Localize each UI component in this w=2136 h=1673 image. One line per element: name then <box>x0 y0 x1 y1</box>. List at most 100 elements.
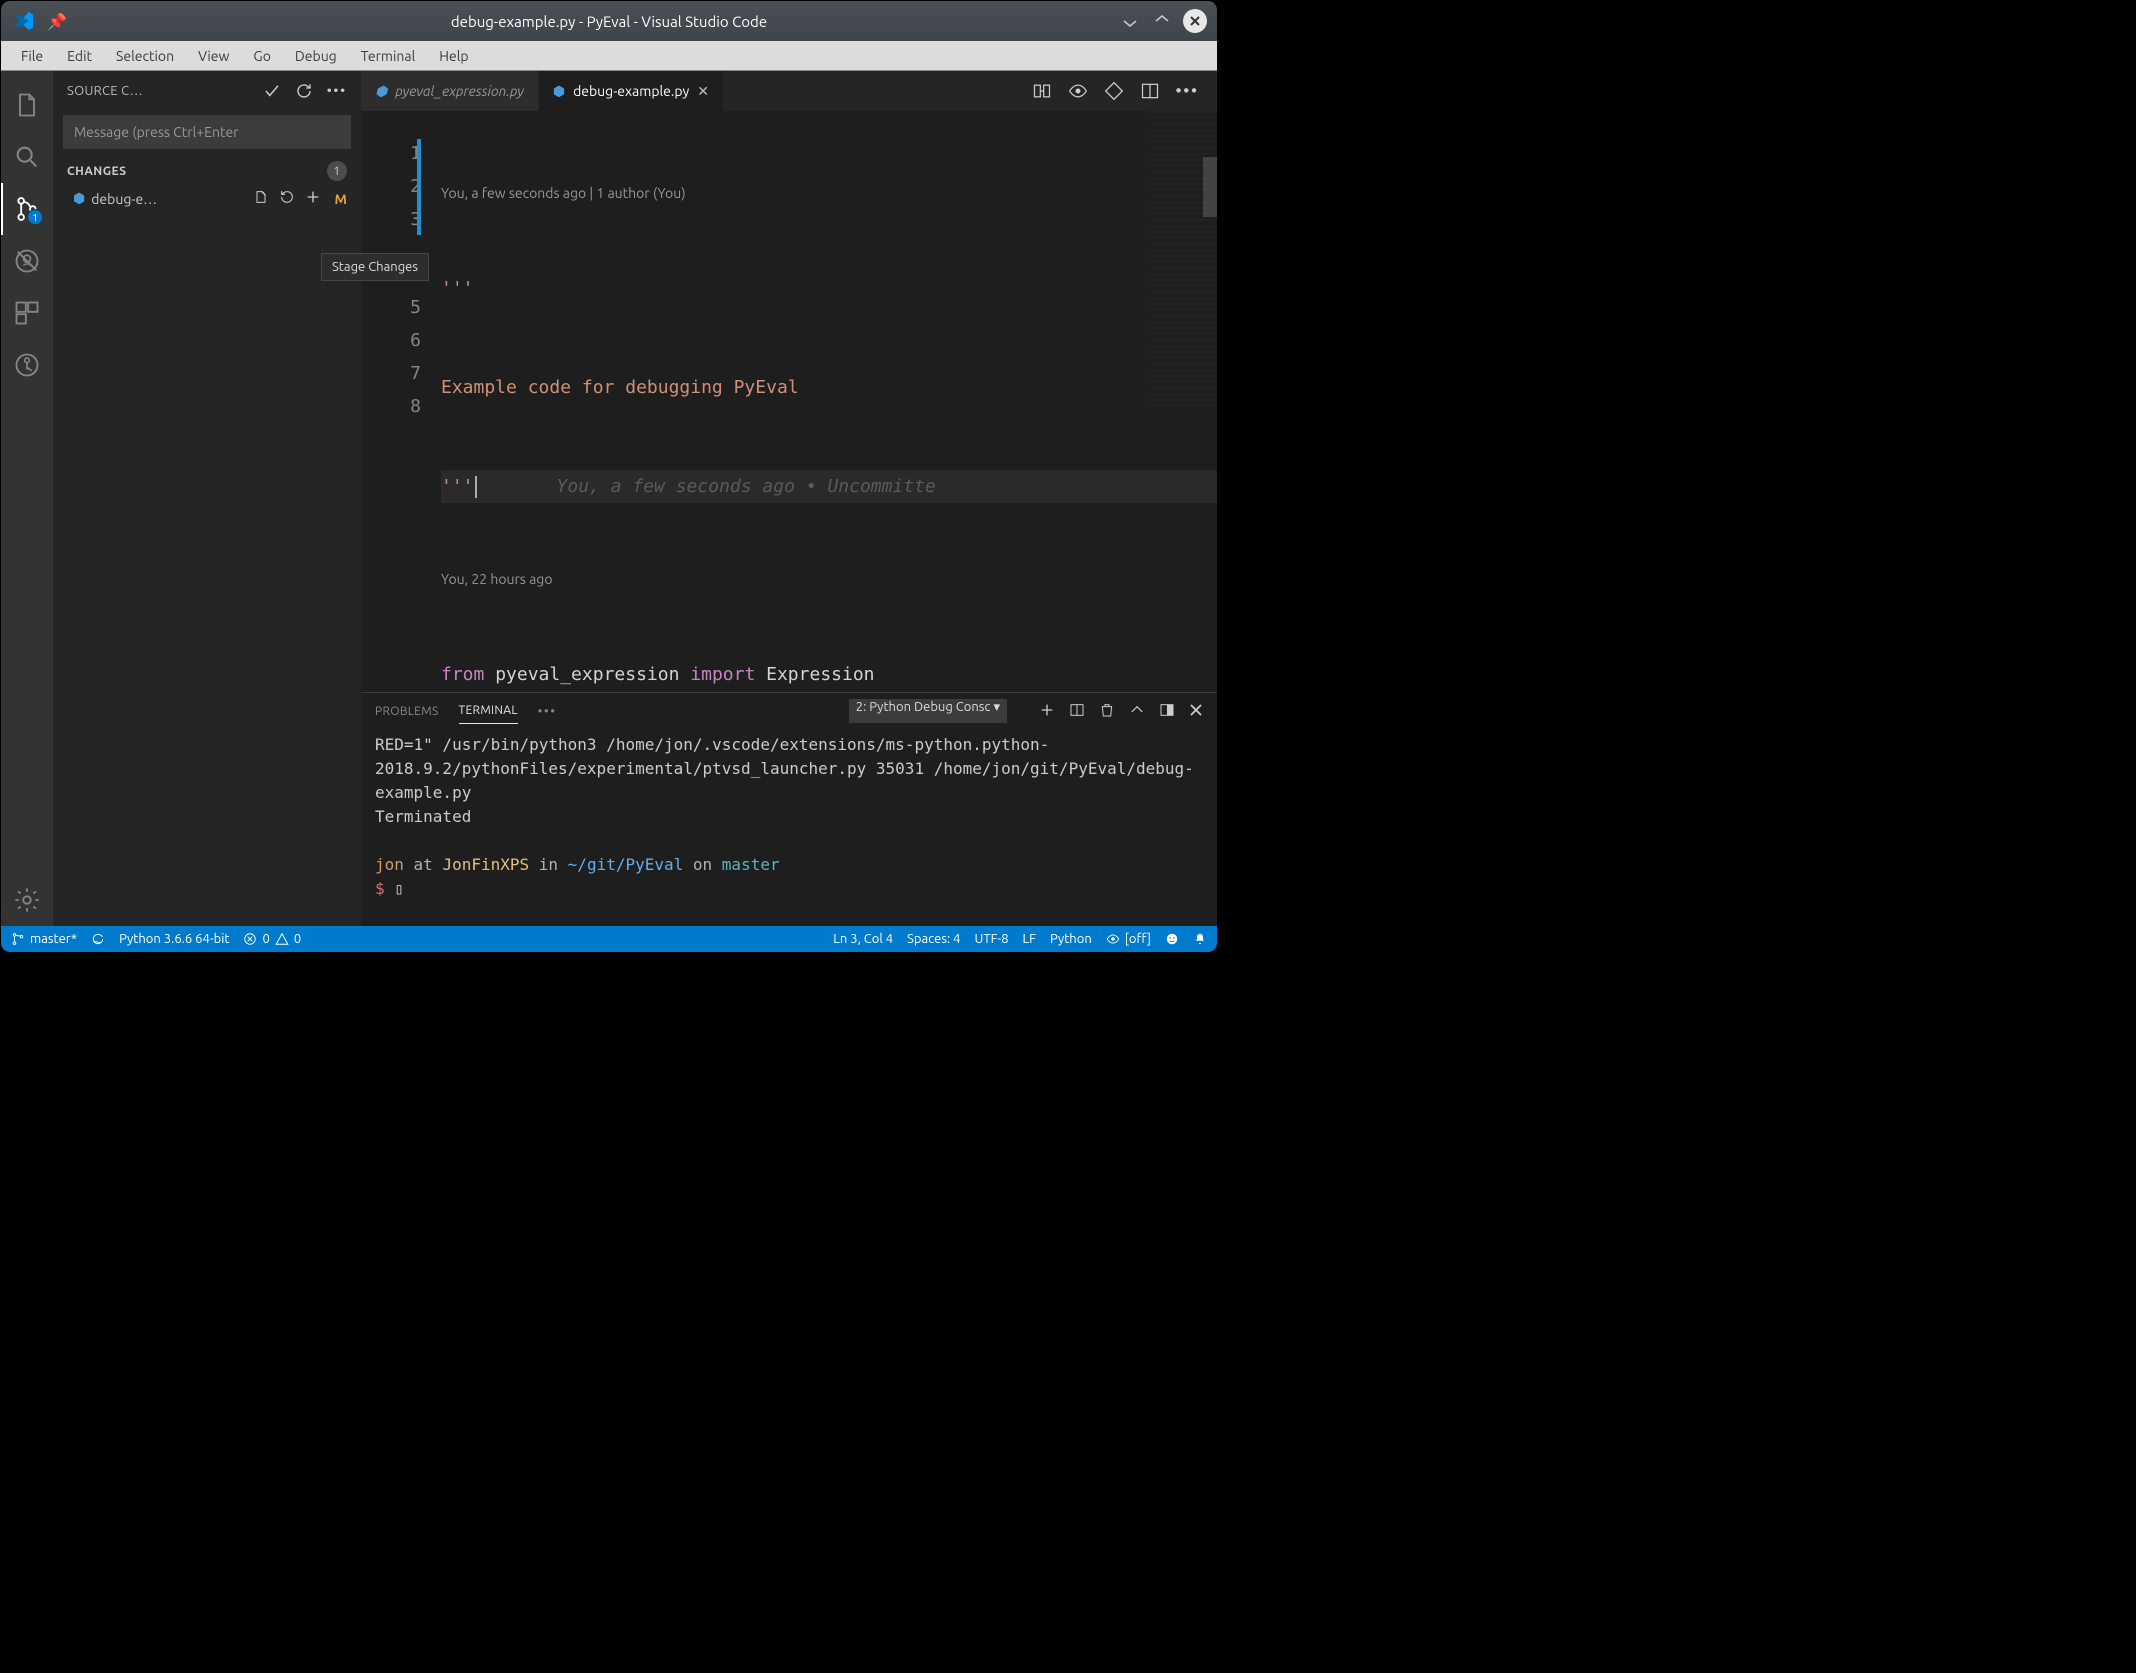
editor-area: ⬢ pyeval_expression.py ⬢ debug-example.p… <box>361 71 1217 926</box>
refresh-icon[interactable] <box>295 82 313 100</box>
text-cursor <box>475 476 477 498</box>
activity-settings[interactable] <box>1 874 53 926</box>
compare-icon[interactable] <box>1032 81 1052 101</box>
vscode-icon <box>13 10 35 32</box>
code-token: from <box>441 664 484 685</box>
activity-scm[interactable]: 1 <box>1 183 53 235</box>
changes-section[interactable]: CHANGES 1 <box>53 157 361 185</box>
status-branch-label: master* <box>30 932 77 946</box>
status-warnings: 0 <box>294 932 301 946</box>
toggle-panel-icon[interactable] <box>1159 702 1175 721</box>
code-token: import <box>690 664 755 685</box>
terminal-body[interactable]: RED=1" /usr/bin/python3 /home/jon/.vscod… <box>361 729 1217 926</box>
split-terminal-icon[interactable] <box>1069 702 1085 721</box>
editor-tabs: ⬢ pyeval_expression.py ⬢ debug-example.p… <box>361 71 1217 111</box>
python-file-icon: ⬢ <box>73 190 85 207</box>
panel-tab-problems[interactable]: PROBLEMS <box>375 699 439 724</box>
new-terminal-icon[interactable] <box>1039 702 1055 721</box>
term-cursor: ▯ <box>394 879 404 898</box>
editor-more-icon[interactable]: ••• <box>1176 82 1199 100</box>
status-sync[interactable] <box>91 932 105 946</box>
status-liveshare[interactable]: [off] <box>1106 932 1151 946</box>
menu-go[interactable]: Go <box>241 44 282 68</box>
status-problems[interactable]: 0 0 <box>243 932 301 946</box>
term-path: ~/git/PyEval <box>568 855 684 874</box>
close-tab-icon[interactable]: ✕ <box>697 83 709 100</box>
sidebar-scm: SOURCE C… ••• Message (press Ctrl+Enter … <box>53 71 361 926</box>
discard-icon[interactable] <box>277 189 297 208</box>
diff-icon[interactable] <box>1104 81 1124 101</box>
menu-file[interactable]: File <box>9 44 55 68</box>
status-bar: master* Python 3.6.6 64-bit 0 0 Ln 3, Co… <box>1 926 1217 952</box>
activity-bar: 1 <box>1 71 53 926</box>
code-token: pyeval_expression <box>484 664 690 685</box>
split-editor-icon[interactable] <box>1140 81 1160 101</box>
status-branch[interactable]: master* <box>11 932 77 946</box>
maximize-button[interactable] <box>1151 10 1173 32</box>
term-text: in <box>529 855 568 874</box>
bottom-panel: PROBLEMS TERMINAL ••• 2: Python Debug Co… <box>361 692 1217 926</box>
menu-help[interactable]: Help <box>427 44 480 68</box>
changed-file-name: debug-e… <box>91 191 244 207</box>
term-host: JonFinXPS <box>442 855 529 874</box>
activity-search[interactable] <box>1 131 53 183</box>
status-lncol[interactable]: Ln 3, Col 4 <box>833 932 893 946</box>
titlebar: 📌 debug-example.py - PyEval - Visual Stu… <box>1 1 1217 41</box>
python-file-icon: ⬢ <box>375 83 387 100</box>
changed-file-row[interactable]: ⬢ debug-e… M <box>53 185 361 212</box>
code-line: ''' <box>441 278 474 299</box>
maximize-panel-icon[interactable] <box>1129 702 1145 721</box>
close-button[interactable] <box>1183 9 1207 33</box>
status-encoding[interactable]: UTF-8 <box>974 932 1008 946</box>
code-token: Expression <box>755 664 874 685</box>
menu-selection[interactable]: Selection <box>104 44 186 68</box>
code-line: Example code for debugging PyEval <box>441 377 799 398</box>
activity-explorer[interactable] <box>1 79 53 131</box>
minimize-button[interactable] <box>1119 10 1141 32</box>
panel-tab-terminal[interactable]: TERMINAL <box>459 698 518 724</box>
code-editor[interactable]: 1 2 3 4 5 6 7 8 You, a few seconds ago |… <box>361 111 1217 692</box>
menu-view[interactable]: View <box>186 44 241 68</box>
codelens-import[interactable]: You, 22 hours ago <box>441 569 1217 592</box>
panel-tab-more[interactable]: ••• <box>538 699 557 724</box>
tab-label: pyeval_expression.py <box>395 83 524 99</box>
status-bell-icon[interactable] <box>1193 932 1207 946</box>
minimap[interactable] <box>1147 111 1217 411</box>
commit-message-input[interactable]: Message (press Ctrl+Enter <box>63 115 351 149</box>
terminal-selector[interactable]: 2: Python Debug Consc ▾ <box>849 699 1007 723</box>
pin-icon[interactable]: 📌 <box>47 12 67 31</box>
file-status-modified: M <box>329 191 347 207</box>
kill-terminal-icon[interactable] <box>1099 702 1115 721</box>
scm-badge: 1 <box>27 209 43 225</box>
status-eol[interactable]: LF <box>1023 932 1036 946</box>
tab-pyeval-expression[interactable]: ⬢ pyeval_expression.py <box>361 71 539 111</box>
term-text: at <box>404 855 443 874</box>
blame-toggle-icon[interactable] <box>1068 81 1088 101</box>
menu-terminal[interactable]: Terminal <box>349 44 428 68</box>
status-lang[interactable]: Python <box>1050 932 1092 946</box>
activity-debug[interactable] <box>1 235 53 287</box>
menu-edit[interactable]: Edit <box>55 44 104 68</box>
stage-icon[interactable] <box>303 189 323 208</box>
close-panel-icon[interactable] <box>1189 703 1203 720</box>
status-feedback-icon[interactable] <box>1165 932 1179 946</box>
open-file-icon[interactable] <box>251 189 271 208</box>
stage-changes-tooltip: Stage Changes <box>321 253 429 281</box>
menu-debug[interactable]: Debug <box>283 44 349 68</box>
activity-extensions[interactable] <box>1 287 53 339</box>
tab-debug-example[interactable]: ⬢ debug-example.py ✕ <box>539 71 724 111</box>
status-spaces[interactable]: Spaces: 4 <box>907 932 960 946</box>
more-icon[interactable]: ••• <box>327 84 347 98</box>
codelens-top[interactable]: You, a few seconds ago | 1 author (You) <box>441 183 1217 206</box>
menubar: File Edit Selection View Go Debug Termin… <box>1 41 1217 71</box>
editor-actions: ••• <box>1014 71 1217 111</box>
tab-label: debug-example.py <box>573 83 689 99</box>
sidebar-title: SOURCE C… <box>67 84 255 98</box>
commit-icon[interactable] <box>263 82 281 100</box>
activity-gitlens[interactable] <box>1 339 53 391</box>
python-file-icon: ⬢ <box>553 83 565 100</box>
minimap-slider[interactable] <box>1203 157 1217 217</box>
term-prompt: $ <box>375 879 394 898</box>
status-python[interactable]: Python 3.6.6 64-bit <box>119 932 229 946</box>
terminal-output: RED=1" /usr/bin/python3 /home/jon/.vscod… <box>375 735 1194 826</box>
